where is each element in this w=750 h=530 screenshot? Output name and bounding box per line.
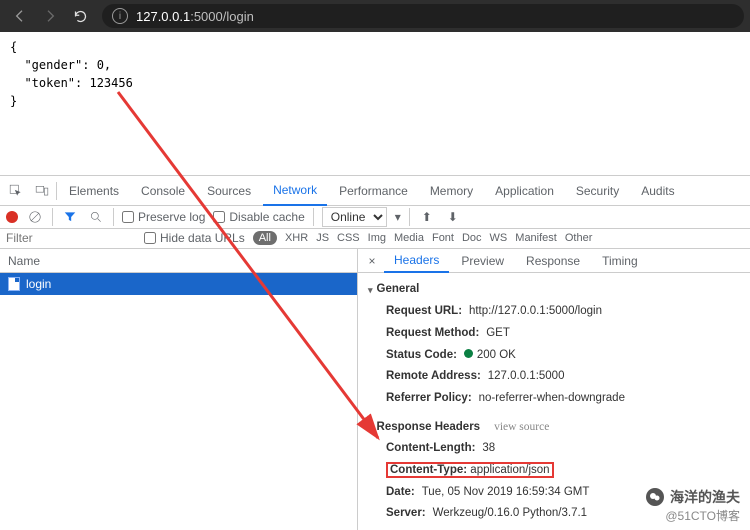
tab-security[interactable]: Security: [566, 176, 629, 206]
tab-network[interactable]: Network: [263, 176, 327, 206]
chevron-down-icon: ▾: [395, 210, 401, 224]
watermark: 海洋的渔夫 @51CTO博客: [646, 487, 740, 524]
tab-application[interactable]: Application: [485, 176, 564, 206]
record-button[interactable]: [6, 211, 18, 223]
tab-timing[interactable]: Timing: [592, 249, 648, 273]
kv-request-url: Request URL: http://127.0.0.1:5000/login: [368, 300, 740, 322]
page-body: { "gender": 0, "token": 123456 }: [0, 32, 750, 167]
separator: [52, 208, 53, 226]
tab-console[interactable]: Console: [131, 176, 195, 206]
details-tab-bar: × Headers Preview Response Timing: [358, 249, 750, 273]
kv-content-type: Content-Type: application/json: [368, 459, 740, 481]
separator: [409, 208, 410, 226]
tab-preview[interactable]: Preview: [451, 249, 514, 273]
inspect-icon[interactable]: [4, 179, 28, 203]
filter-type-all[interactable]: All: [253, 231, 277, 245]
back-button[interactable]: [6, 2, 34, 30]
devtools-tab-bar: Elements Console Sources Network Perform…: [0, 176, 750, 206]
filter-icon[interactable]: [61, 208, 79, 226]
filter-type-xhr[interactable]: XHR: [285, 232, 308, 244]
view-source-link[interactable]: view source: [494, 417, 549, 438]
separator: [313, 208, 314, 226]
filter-type-css[interactable]: CSS: [337, 232, 360, 244]
tab-audits[interactable]: Audits: [631, 176, 684, 206]
filter-type-media[interactable]: Media: [394, 232, 424, 244]
filter-type-other[interactable]: Other: [565, 232, 593, 244]
tab-response[interactable]: Response: [516, 249, 590, 273]
tab-elements[interactable]: Elements: [59, 176, 129, 206]
filter-type-js[interactable]: JS: [316, 232, 329, 244]
devtools-panel: Elements Console Sources Network Perform…: [0, 175, 750, 530]
wechat-icon: [646, 488, 664, 506]
close-icon[interactable]: ×: [362, 254, 382, 268]
hide-data-urls-checkbox[interactable]: Hide data URLs: [144, 231, 245, 245]
throttling-select[interactable]: Online: [322, 207, 387, 227]
preserve-log-checkbox[interactable]: Preserve log: [122, 210, 205, 224]
filter-type-img[interactable]: Img: [368, 232, 386, 244]
browser-top-bar: i 127.0.0.1:5000/login: [0, 0, 750, 32]
response-headers-header[interactable]: Response Headersview source: [368, 417, 740, 438]
general-header[interactable]: General: [368, 279, 740, 300]
site-info-icon[interactable]: i: [112, 8, 128, 24]
download-icon[interactable]: ⬇: [444, 208, 462, 226]
filter-type-ws[interactable]: WS: [490, 232, 508, 244]
request-row-login[interactable]: login: [0, 273, 357, 295]
kv-referrer-policy: Referrer Policy: no-referrer-when-downgr…: [368, 387, 740, 409]
device-icon[interactable]: [30, 179, 54, 203]
kv-request-method: Request Method: GET: [368, 322, 740, 344]
separator: [113, 208, 114, 226]
search-icon[interactable]: [87, 208, 105, 226]
clear-icon[interactable]: [26, 208, 44, 226]
upload-icon[interactable]: ⬆: [418, 208, 436, 226]
filter-type-manifest[interactable]: Manifest: [515, 232, 557, 244]
file-icon: [8, 277, 20, 291]
address-bar[interactable]: i 127.0.0.1:5000/login: [102, 4, 744, 28]
tab-sources[interactable]: Sources: [197, 176, 261, 206]
tab-memory[interactable]: Memory: [420, 176, 483, 206]
separator: [56, 182, 57, 200]
status-dot-icon: [464, 349, 473, 358]
request-name: login: [26, 277, 51, 291]
kv-remote-address: Remote Address: 127.0.0.1:5000: [368, 365, 740, 387]
filter-input[interactable]: [6, 229, 136, 247]
filter-type-font[interactable]: Font: [432, 232, 454, 244]
tab-headers[interactable]: Headers: [384, 249, 449, 273]
filter-type-doc[interactable]: Doc: [462, 232, 482, 244]
network-toolbar: Preserve log Disable cache Online ▾ ⬆ ⬇: [0, 206, 750, 229]
url-text: 127.0.0.1:5000/login: [136, 9, 254, 24]
kv-status-code: Status Code: 200 OK: [368, 344, 740, 366]
devtools-body: Name login × Headers Preview Response Ti…: [0, 249, 750, 530]
network-filter-bar: Hide data URLs All XHR JS CSS Img Media …: [0, 229, 750, 250]
column-header-name[interactable]: Name: [0, 249, 357, 273]
tab-performance[interactable]: Performance: [329, 176, 418, 206]
kv-content-length: Content-Length: 38: [368, 437, 740, 459]
disable-cache-checkbox[interactable]: Disable cache: [213, 210, 304, 224]
reload-button[interactable]: [66, 2, 94, 30]
forward-button[interactable]: [36, 2, 64, 30]
request-list: Name login: [0, 249, 358, 530]
